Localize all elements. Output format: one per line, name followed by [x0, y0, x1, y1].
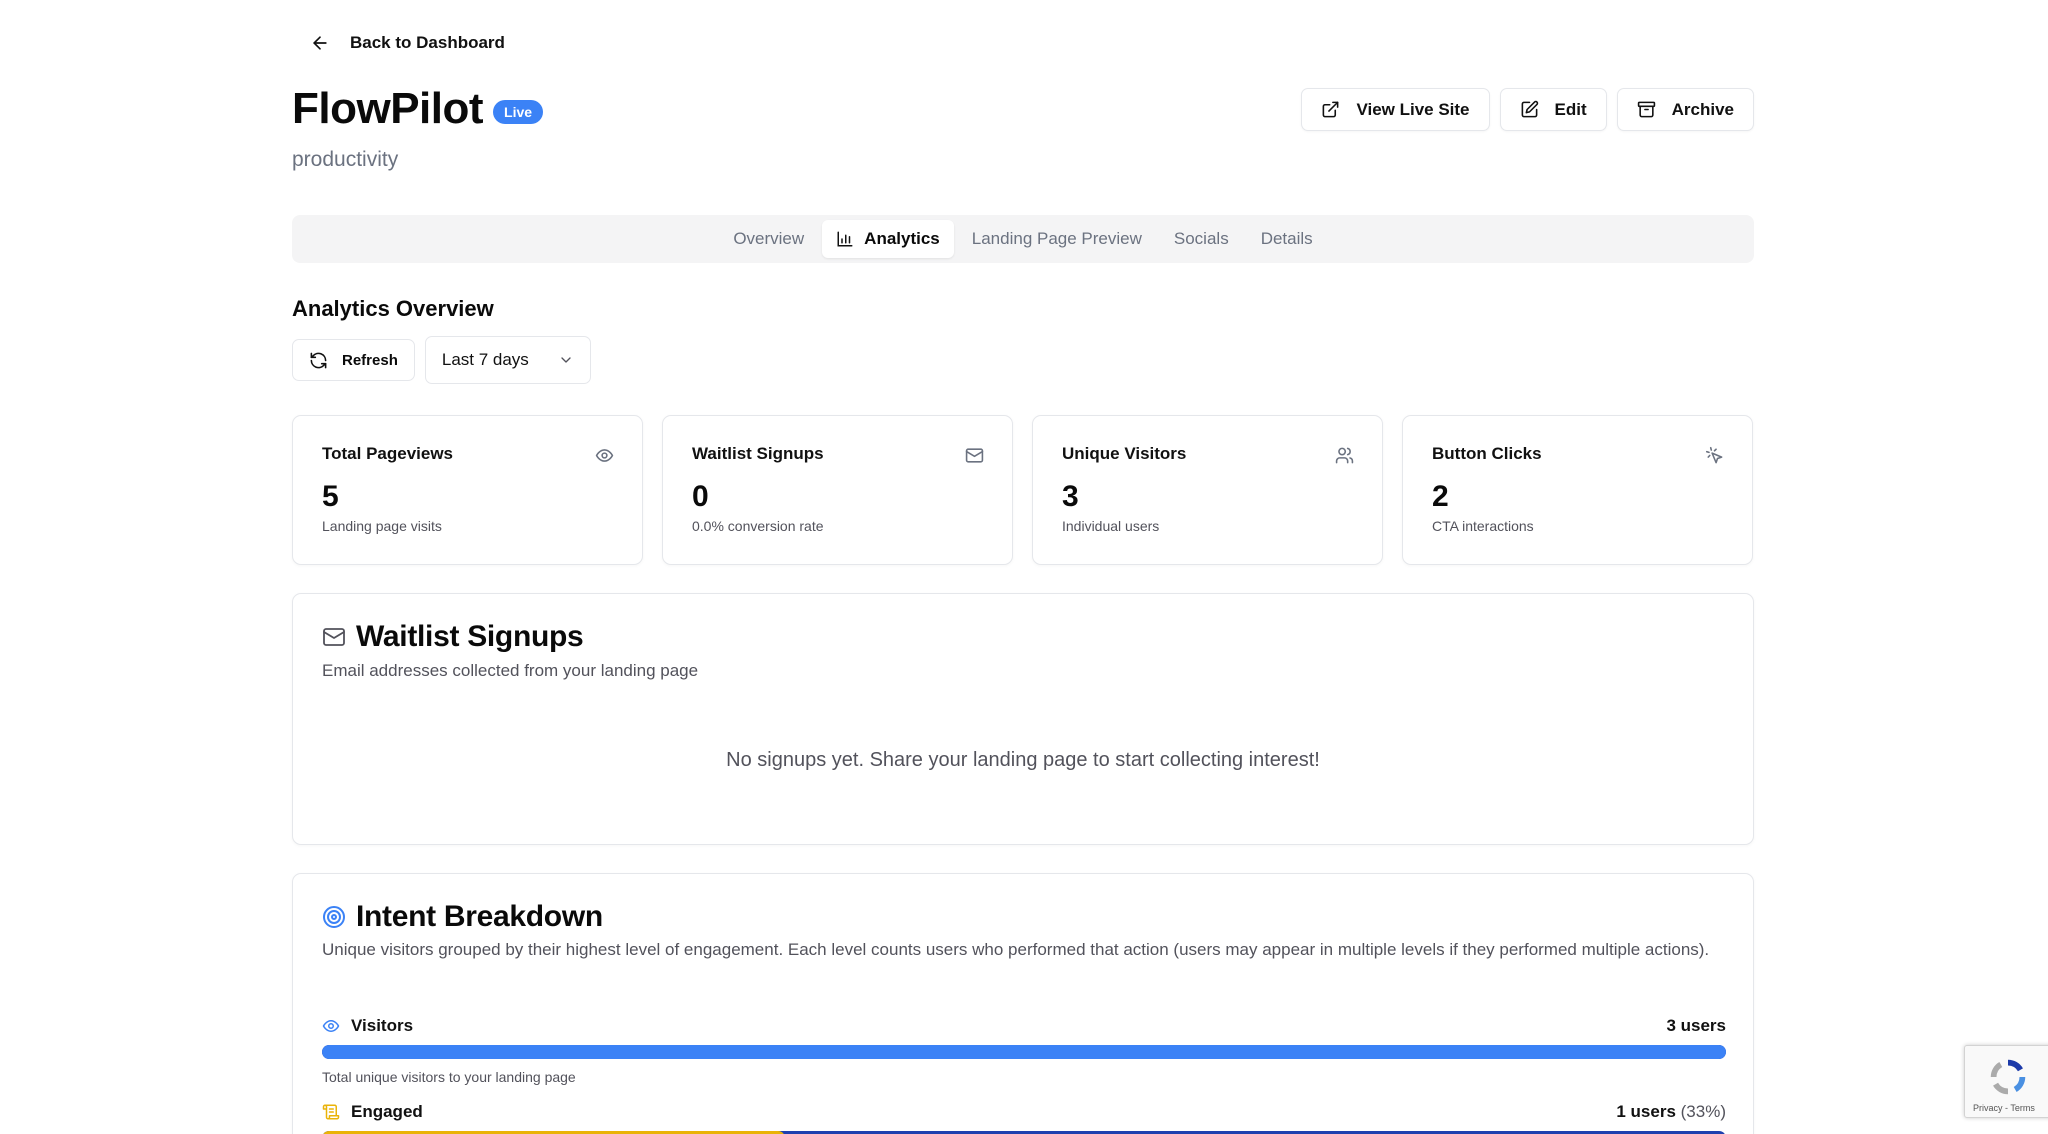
mail-icon: [965, 448, 984, 463]
panel-description: Email addresses collected from your land…: [322, 661, 699, 680]
level-name: Engaged: [322, 1102, 423, 1122]
date-range-value: Last 7 days: [441, 350, 529, 369]
stat-sub: Landing page visits: [322, 518, 442, 534]
stat-card-unique-visitors: Unique Visitors 3 Individual users: [1032, 415, 1383, 565]
back-to-dashboard-link[interactable]: Back to Dashboard: [310, 33, 505, 53]
panel-description: Unique visitors grouped by their highest…: [322, 940, 1710, 959]
progress-bar-fill: [322, 1045, 1726, 1059]
tab-details[interactable]: Details: [1247, 220, 1327, 258]
edit-icon: [1521, 100, 1538, 118]
view-live-site-label: View Live Site: [1356, 99, 1470, 119]
tab-label: Overview: [733, 229, 805, 248]
back-link-label: Back to Dashboard: [350, 33, 505, 52]
stat-card-pageviews: Total Pageviews 5 Landing page visits: [292, 415, 643, 565]
recaptcha-badge[interactable]: Privacy - Terms: [1964, 1045, 2048, 1118]
eye-icon: [595, 449, 614, 462]
intent-level-visitors: Visitors 3 users Total unique visitors t…: [322, 1016, 1726, 1085]
waitlist-signups-panel: Waitlist Signups Email addresses collect…: [292, 593, 1754, 845]
archive-icon: [1637, 101, 1655, 118]
level-note: Total unique visitors to your landing pa…: [322, 1069, 576, 1085]
target-icon: [323, 906, 345, 928]
intent-level-engaged: Engaged 1 users (33%): [322, 1102, 1726, 1134]
scroll-icon: [322, 1104, 340, 1120]
level-name: Visitors: [322, 1016, 413, 1036]
level-count: 1 users (33%): [1616, 1102, 1726, 1122]
arrow-left-icon: [313, 36, 327, 50]
analytics-overview-title: Analytics Overview: [292, 296, 494, 321]
refresh-label: Refresh: [342, 351, 398, 369]
bar-chart-icon: [837, 231, 853, 247]
tab-landing-page-preview[interactable]: Landing Page Preview: [958, 220, 1156, 258]
tab-label: Details: [1260, 229, 1313, 248]
panel-header: Waitlist Signups: [322, 620, 584, 654]
project-title: FlowPilot: [292, 84, 484, 133]
level-header: Visitors 3 users: [322, 1016, 1726, 1036]
stat-label: Total Pageviews: [322, 444, 454, 463]
stat-value: 3: [1062, 480, 1079, 513]
tab-socials[interactable]: Socials: [1160, 220, 1243, 258]
pointer-click-icon: [1705, 446, 1723, 464]
refresh-button[interactable]: Refresh: [292, 339, 415, 381]
stat-sub: Individual users: [1062, 518, 1160, 534]
stat-value: 2: [1432, 480, 1449, 513]
tab-label: Analytics: [864, 229, 940, 248]
tab-label: Socials: [1173, 229, 1229, 248]
progress-bar-track: [322, 1045, 1726, 1059]
stat-card-button-clicks: Button Clicks 2 CTA interactions: [1402, 415, 1753, 565]
header-actions: View Live Site Edit Archive: [1301, 88, 1754, 131]
mail-icon: [323, 628, 345, 646]
recaptcha-links[interactable]: Privacy - Terms: [1973, 1103, 2035, 1113]
status-badge: Live: [493, 100, 544, 124]
analytics-controls: Refresh Last 7 days: [292, 336, 591, 384]
level-count-value: 3 users: [1666, 1016, 1726, 1035]
level-header: Engaged 1 users (33%): [322, 1102, 1726, 1122]
archive-button[interactable]: Archive: [1616, 88, 1754, 131]
level-label: Engaged: [351, 1102, 423, 1121]
tab-label: Landing Page Preview: [971, 229, 1142, 248]
stat-card-waitlist-signups: Waitlist Signups 0 0.0% conversion rate: [662, 415, 1013, 565]
tab-overview[interactable]: Overview: [719, 220, 818, 258]
tab-analytics[interactable]: Analytics: [822, 220, 954, 258]
stat-value: 5: [322, 480, 339, 513]
level-percent: (33%): [1680, 1102, 1726, 1121]
project-header: FlowPilot Live: [292, 84, 544, 134]
level-count: 3 users: [1666, 1016, 1726, 1036]
level-label: Visitors: [351, 1016, 414, 1035]
stat-label: Waitlist Signups: [692, 444, 824, 463]
refresh-icon: [310, 352, 327, 368]
edit-button[interactable]: Edit: [1499, 88, 1607, 131]
panel-header: Intent Breakdown: [322, 900, 603, 934]
stat-value: 0: [692, 480, 709, 513]
users-icon: [1335, 447, 1354, 464]
stats-grid: Total Pageviews 5 Landing page visits Wa…: [292, 415, 1754, 565]
level-count-value: 1 users: [1616, 1102, 1676, 1121]
eye-icon: [322, 1020, 340, 1032]
panel-title: Waitlist Signups: [356, 620, 584, 653]
view-live-site-button[interactable]: View Live Site: [1301, 88, 1490, 131]
chevron-down-icon: [561, 357, 571, 363]
tabs-bar: Overview Analytics Landing Page Preview …: [292, 215, 1754, 263]
empty-state-message: No signups yet. Share your landing page …: [726, 749, 1320, 771]
stat-label: Unique Visitors: [1062, 444, 1187, 463]
project-category: productivity: [292, 148, 399, 171]
edit-label: Edit: [1554, 99, 1587, 119]
stat-label: Button Clicks: [1432, 444, 1542, 463]
intent-breakdown-panel: Intent Breakdown Unique visitors grouped…: [292, 873, 1754, 1134]
date-range-select[interactable]: Last 7 days: [424, 336, 591, 384]
recaptcha-icon: [1990, 1059, 2026, 1095]
external-link-icon: [1323, 101, 1339, 118]
archive-label: Archive: [1671, 99, 1734, 119]
panel-title: Intent Breakdown: [356, 900, 603, 933]
stat-sub: CTA interactions: [1432, 518, 1534, 534]
stat-sub: 0.0% conversion rate: [692, 518, 824, 534]
